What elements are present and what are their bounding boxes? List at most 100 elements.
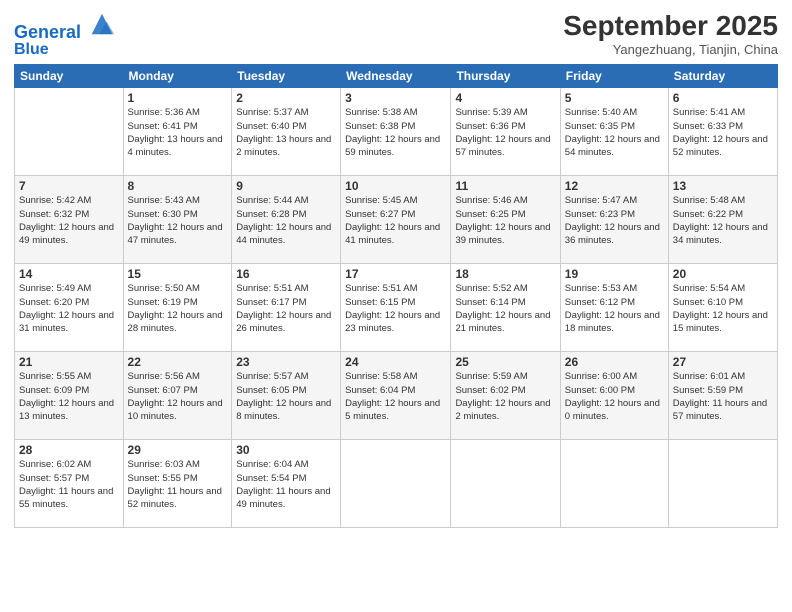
daylight-text: Daylight: 12 hours and 15 minutes.	[673, 309, 773, 336]
sunset-text: Sunset: 6:07 PM	[128, 384, 228, 397]
daylight-text: Daylight: 12 hours and 5 minutes.	[345, 397, 446, 424]
daylight-text: Daylight: 12 hours and 34 minutes.	[673, 221, 773, 248]
sunrise-text: Sunrise: 5:44 AM	[236, 194, 336, 207]
table-row: 18 Sunrise: 5:52 AM Sunset: 6:14 PM Dayl…	[451, 264, 560, 352]
day-info: Sunrise: 5:59 AM Sunset: 6:02 PM Dayligh…	[455, 370, 555, 423]
sunrise-text: Sunrise: 5:45 AM	[345, 194, 446, 207]
table-row: 22 Sunrise: 5:56 AM Sunset: 6:07 PM Dayl…	[123, 352, 232, 440]
day-info: Sunrise: 5:47 AM Sunset: 6:23 PM Dayligh…	[565, 194, 664, 247]
daylight-text: Daylight: 12 hours and 13 minutes.	[19, 397, 119, 424]
logo-icon	[88, 10, 116, 38]
sunset-text: Sunset: 6:30 PM	[128, 208, 228, 221]
col-monday: Monday	[123, 65, 232, 88]
daylight-text: Daylight: 12 hours and 44 minutes.	[236, 221, 336, 248]
sunset-text: Sunset: 6:41 PM	[128, 120, 228, 133]
table-row: 1 Sunrise: 5:36 AM Sunset: 6:41 PM Dayli…	[123, 88, 232, 176]
day-info: Sunrise: 6:02 AM Sunset: 5:57 PM Dayligh…	[19, 458, 119, 511]
day-number: 8	[128, 179, 228, 193]
calendar-week-row: 21 Sunrise: 5:55 AM Sunset: 6:09 PM Dayl…	[15, 352, 778, 440]
sunrise-text: Sunrise: 5:55 AM	[19, 370, 119, 383]
daylight-text: Daylight: 12 hours and 41 minutes.	[345, 221, 446, 248]
daylight-text: Daylight: 13 hours and 4 minutes.	[128, 133, 228, 160]
sunrise-text: Sunrise: 5:47 AM	[565, 194, 664, 207]
day-info: Sunrise: 5:56 AM Sunset: 6:07 PM Dayligh…	[128, 370, 228, 423]
header: General Blue September 2025 Yangezhuang,…	[14, 10, 778, 58]
sunset-text: Sunset: 6:25 PM	[455, 208, 555, 221]
day-number: 18	[455, 267, 555, 281]
day-info: Sunrise: 5:39 AM Sunset: 6:36 PM Dayligh…	[455, 106, 555, 159]
table-row: 21 Sunrise: 5:55 AM Sunset: 6:09 PM Dayl…	[15, 352, 124, 440]
sunrise-text: Sunrise: 5:56 AM	[128, 370, 228, 383]
logo-blue: Blue	[14, 41, 116, 59]
sunset-text: Sunset: 6:10 PM	[673, 296, 773, 309]
sunset-text: Sunset: 6:32 PM	[19, 208, 119, 221]
sunset-text: Sunset: 6:02 PM	[455, 384, 555, 397]
day-number: 23	[236, 355, 336, 369]
sunrise-text: Sunrise: 5:41 AM	[673, 106, 773, 119]
day-info: Sunrise: 5:53 AM Sunset: 6:12 PM Dayligh…	[565, 282, 664, 335]
sunset-text: Sunset: 6:00 PM	[565, 384, 664, 397]
sunrise-text: Sunrise: 5:43 AM	[128, 194, 228, 207]
sunset-text: Sunset: 6:19 PM	[128, 296, 228, 309]
table-row: 4 Sunrise: 5:39 AM Sunset: 6:36 PM Dayli…	[451, 88, 560, 176]
daylight-text: Daylight: 13 hours and 2 minutes.	[236, 133, 336, 160]
daylight-text: Daylight: 12 hours and 47 minutes.	[128, 221, 228, 248]
sunset-text: Sunset: 5:54 PM	[236, 472, 336, 485]
table-row: 24 Sunrise: 5:58 AM Sunset: 6:04 PM Dayl…	[341, 352, 451, 440]
sunrise-text: Sunrise: 5:46 AM	[455, 194, 555, 207]
sunrise-text: Sunrise: 5:42 AM	[19, 194, 119, 207]
day-number: 17	[345, 267, 446, 281]
sunset-text: Sunset: 5:57 PM	[19, 472, 119, 485]
day-number: 12	[565, 179, 664, 193]
calendar: Sunday Monday Tuesday Wednesday Thursday…	[14, 64, 778, 528]
table-row: 16 Sunrise: 5:51 AM Sunset: 6:17 PM Dayl…	[232, 264, 341, 352]
day-number: 29	[128, 443, 228, 457]
day-info: Sunrise: 5:51 AM Sunset: 6:17 PM Dayligh…	[236, 282, 336, 335]
daylight-text: Daylight: 12 hours and 36 minutes.	[565, 221, 664, 248]
daylight-text: Daylight: 12 hours and 54 minutes.	[565, 133, 664, 160]
sunset-text: Sunset: 6:33 PM	[673, 120, 773, 133]
daylight-text: Daylight: 12 hours and 26 minutes.	[236, 309, 336, 336]
daylight-text: Daylight: 12 hours and 21 minutes.	[455, 309, 555, 336]
day-number: 30	[236, 443, 336, 457]
daylight-text: Daylight: 11 hours and 55 minutes.	[19, 485, 119, 512]
sunrise-text: Sunrise: 5:37 AM	[236, 106, 336, 119]
day-number: 16	[236, 267, 336, 281]
sunrise-text: Sunrise: 5:51 AM	[236, 282, 336, 295]
sunrise-text: Sunrise: 5:50 AM	[128, 282, 228, 295]
day-info: Sunrise: 5:41 AM Sunset: 6:33 PM Dayligh…	[673, 106, 773, 159]
logo-text: General	[14, 14, 116, 43]
col-sunday: Sunday	[15, 65, 124, 88]
sunset-text: Sunset: 6:09 PM	[19, 384, 119, 397]
sunset-text: Sunset: 5:59 PM	[673, 384, 773, 397]
table-row: 14 Sunrise: 5:49 AM Sunset: 6:20 PM Dayl…	[15, 264, 124, 352]
day-number: 25	[455, 355, 555, 369]
daylight-text: Daylight: 12 hours and 10 minutes.	[128, 397, 228, 424]
table-row: 23 Sunrise: 5:57 AM Sunset: 6:05 PM Dayl…	[232, 352, 341, 440]
day-number: 20	[673, 267, 773, 281]
daylight-text: Daylight: 12 hours and 2 minutes.	[455, 397, 555, 424]
sunset-text: Sunset: 5:55 PM	[128, 472, 228, 485]
title-block: September 2025 Yangezhuang, Tianjin, Chi…	[563, 10, 778, 57]
sunset-text: Sunset: 6:36 PM	[455, 120, 555, 133]
table-row: 11 Sunrise: 5:46 AM Sunset: 6:25 PM Dayl…	[451, 176, 560, 264]
day-number: 27	[673, 355, 773, 369]
calendar-header-row: Sunday Monday Tuesday Wednesday Thursday…	[15, 65, 778, 88]
day-info: Sunrise: 5:54 AM Sunset: 6:10 PM Dayligh…	[673, 282, 773, 335]
daylight-text: Daylight: 12 hours and 49 minutes.	[19, 221, 119, 248]
sunrise-text: Sunrise: 5:54 AM	[673, 282, 773, 295]
sunrise-text: Sunrise: 6:04 AM	[236, 458, 336, 471]
day-info: Sunrise: 5:40 AM Sunset: 6:35 PM Dayligh…	[565, 106, 664, 159]
logo: General Blue	[14, 14, 116, 58]
table-row	[451, 440, 560, 528]
day-info: Sunrise: 5:55 AM Sunset: 6:09 PM Dayligh…	[19, 370, 119, 423]
sunset-text: Sunset: 6:22 PM	[673, 208, 773, 221]
table-row: 29 Sunrise: 6:03 AM Sunset: 5:55 PM Dayl…	[123, 440, 232, 528]
sunset-text: Sunset: 6:15 PM	[345, 296, 446, 309]
day-number: 15	[128, 267, 228, 281]
col-friday: Friday	[560, 65, 668, 88]
table-row	[341, 440, 451, 528]
sunset-text: Sunset: 6:12 PM	[565, 296, 664, 309]
table-row: 26 Sunrise: 6:00 AM Sunset: 6:00 PM Dayl…	[560, 352, 668, 440]
day-number: 21	[19, 355, 119, 369]
